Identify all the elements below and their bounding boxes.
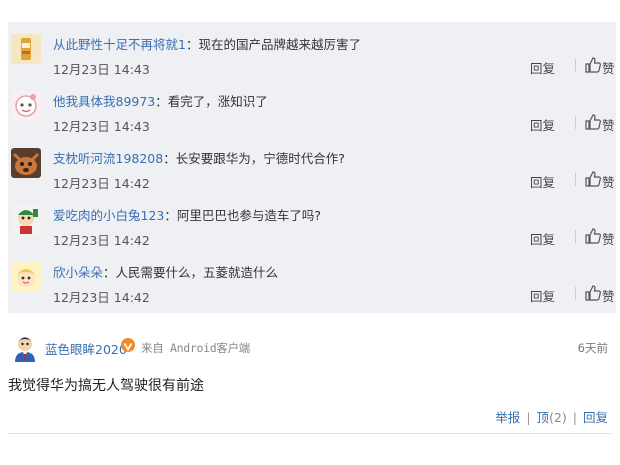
avatar[interactable] (11, 34, 41, 64)
like-button[interactable]: 赞 (602, 229, 615, 248)
reply-button[interactable]: 回复 (530, 115, 555, 134)
avatar[interactable] (11, 91, 41, 121)
reply-time: 12月23日 14:43 (53, 62, 150, 77)
thumbs-up-icon[interactable] (584, 56, 602, 74)
divider: | (526, 410, 531, 425)
reply-text: 长安要跟华为，宁德时代合作? (175, 151, 345, 166)
reply-colon: ： (155, 94, 168, 109)
reply-time: 12月23日 14:42 (53, 176, 150, 191)
comment-username[interactable]: 蓝色眼眸2020 (45, 339, 127, 358)
reply-colon: ： (185, 37, 199, 52)
reply-item: 从此野性十足不再将就1：现在的国产品牌越来越厉害了 12月23日 14:43 回… (8, 22, 616, 79)
reply-colon: ： (163, 151, 176, 166)
reply-item: 支枕听河流198208：长安要跟华为，宁德时代合作? 12月23日 14:42 … (8, 136, 616, 193)
reply-username[interactable]: 支枕听河流198208 (53, 151, 163, 166)
divider: | (572, 410, 577, 425)
reply-button[interactable]: 回复 (583, 410, 608, 425)
reply-text: 现在的国产品牌越来越厉害了 (198, 37, 361, 52)
upvote-button[interactable]: 顶 (537, 410, 550, 425)
reply-colon: ： (164, 208, 177, 223)
thumbs-up-icon[interactable] (584, 284, 602, 302)
reply-username[interactable]: 从此野性十足不再将就1 (53, 37, 186, 52)
reply-list: 从此野性十足不再将就1：现在的国产品牌越来越厉害了 12月23日 14:43 回… (8, 22, 616, 313)
reply-item: 爱吃肉的小白兔123：阿里巴巴也参与造车了吗? 12月23日 14:42 回复 … (8, 193, 616, 250)
reply-text: 人民需要什么，五菱就造什么 (115, 265, 279, 280)
comment-actions: 举报 | 顶(2) | 回复 (495, 407, 608, 426)
like-button[interactable]: 赞 (602, 58, 615, 77)
avatar[interactable] (12, 334, 38, 362)
like-button[interactable]: 赞 (602, 286, 615, 305)
avatar[interactable] (11, 148, 41, 178)
reply-text: 看完了，涨知识了 (167, 94, 268, 109)
reply-time: 12月23日 14:43 (53, 119, 150, 134)
reply-username[interactable]: 欣小朵朵 (53, 265, 103, 280)
reply-item: 他我具体我89973：看完了，涨知识了 12月23日 14:43 回复 赞 (8, 79, 616, 136)
reply-item: 欣小朵朵：人民需要什么，五菱就造什么 12月23日 14:42 回复 赞 (8, 250, 616, 307)
avatar[interactable] (11, 262, 41, 292)
divider-line (8, 433, 612, 434)
upvote-count: (2) (549, 410, 567, 425)
divider (575, 287, 576, 300)
reply-username[interactable]: 爱吃肉的小白兔123 (53, 208, 164, 223)
thumbs-up-icon[interactable] (584, 113, 602, 131)
reply-button[interactable]: 回复 (530, 229, 555, 248)
verified-badge-icon (121, 338, 135, 352)
comment-content: 我觉得华为搞无人驾驶很有前途 (8, 378, 204, 394)
divider (575, 230, 576, 243)
like-button[interactable]: 赞 (602, 172, 615, 191)
report-button[interactable]: 举报 (495, 410, 520, 425)
reply-colon: ： (103, 265, 116, 280)
like-button[interactable]: 赞 (602, 115, 615, 134)
reply-button[interactable]: 回复 (530, 172, 555, 191)
reply-time: 12月23日 14:42 (53, 233, 150, 248)
reply-time: 12月23日 14:42 (53, 290, 150, 305)
comment-source: 来自 Android客户端 (141, 341, 250, 355)
comment-item: 蓝色眼眸2020 来自 Android客户端 6天前 我觉得华为搞无人驾驶很有前… (8, 320, 612, 440)
reply-username[interactable]: 他我具体我89973 (53, 94, 155, 109)
divider (575, 59, 576, 72)
reply-button[interactable]: 回复 (530, 286, 555, 305)
thumbs-up-icon[interactable] (584, 227, 602, 245)
divider (575, 116, 576, 129)
reply-button[interactable]: 回复 (530, 58, 555, 77)
comment-time: 6天前 (577, 341, 608, 355)
divider (575, 173, 576, 186)
reply-text: 阿里巴巴也参与造车了吗? (176, 208, 322, 223)
avatar[interactable] (11, 205, 41, 235)
thumbs-up-icon[interactable] (584, 170, 602, 188)
